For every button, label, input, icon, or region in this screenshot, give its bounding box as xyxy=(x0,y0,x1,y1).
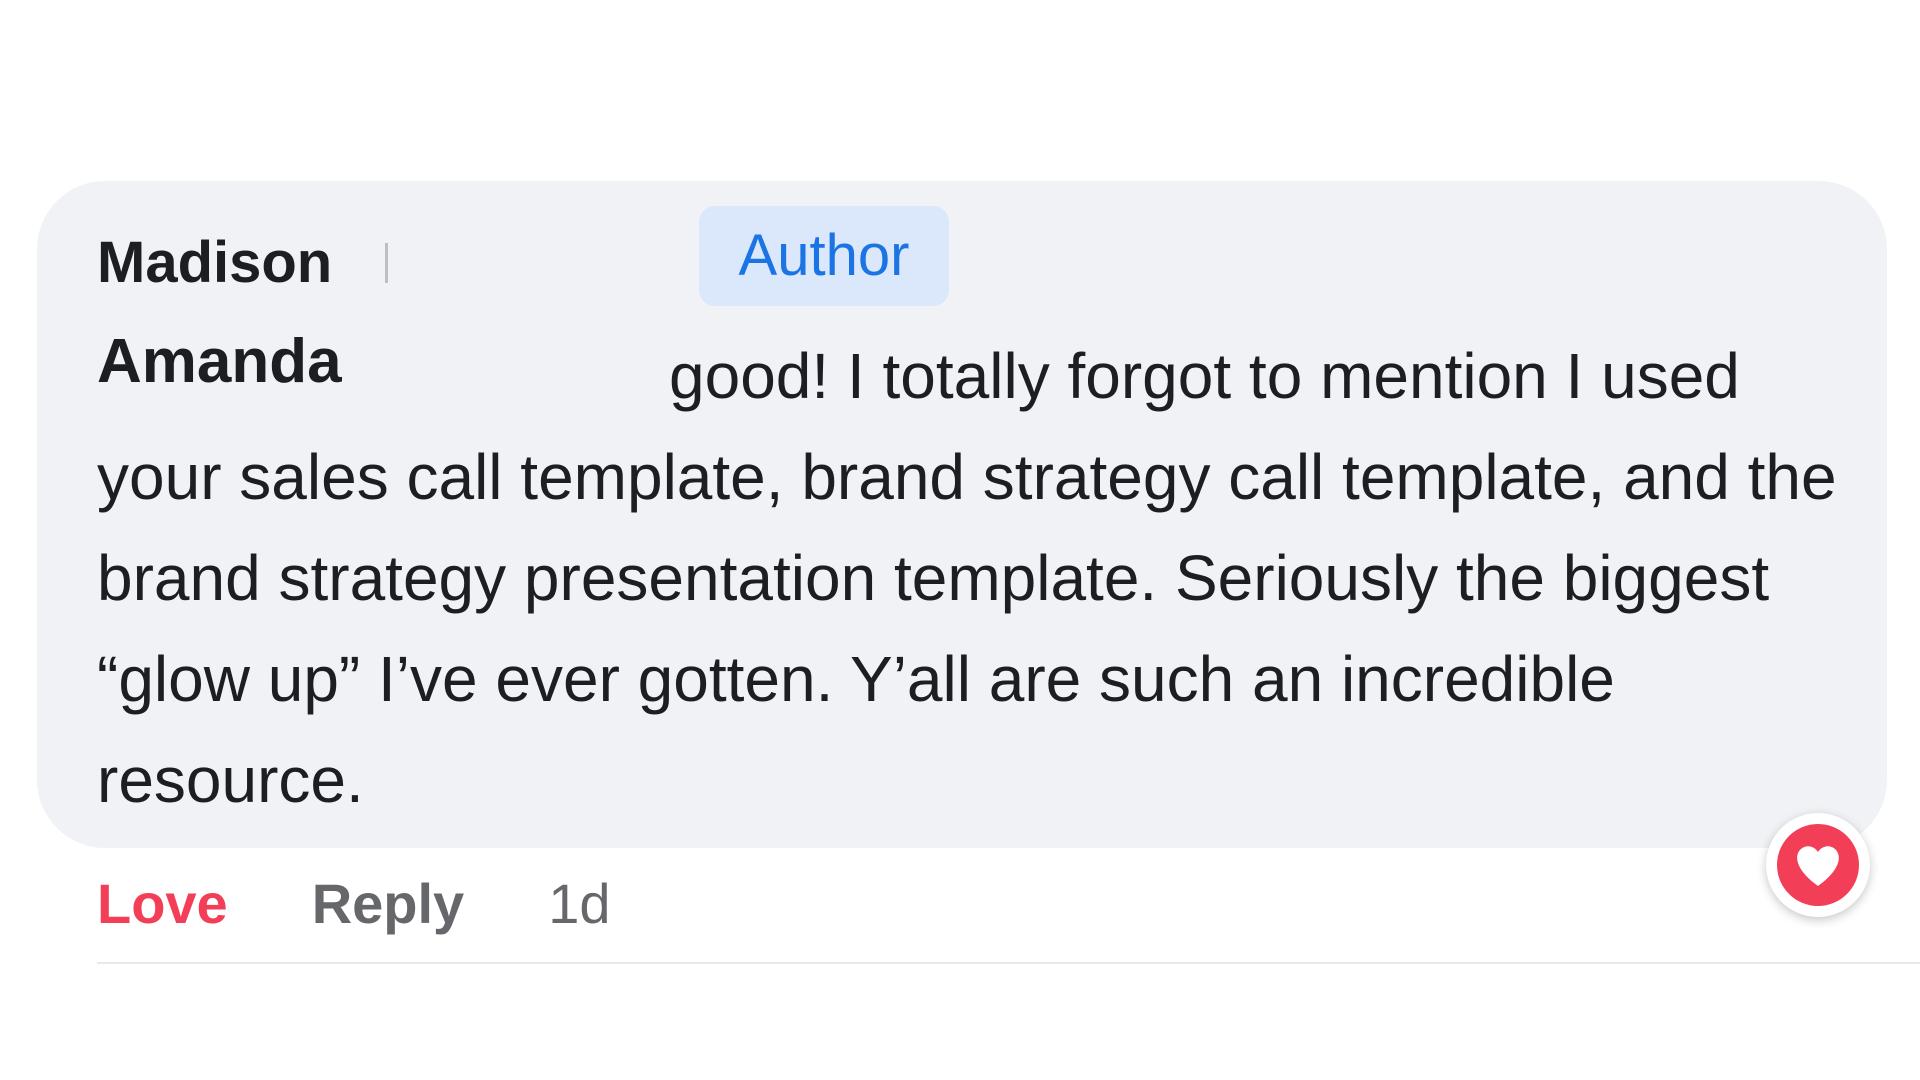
love-reaction-badge[interactable] xyxy=(1766,813,1870,917)
comment-body: good! I totally forgot to mention I used… xyxy=(97,340,1837,816)
author-badge: Author xyxy=(699,206,949,306)
name-divider xyxy=(385,243,388,283)
comment-page: Madison Author Amanda good! I totally fo… xyxy=(0,0,1920,1080)
comment-text: good! I totally forgot to mention I used… xyxy=(97,326,1847,831)
author-name-first[interactable]: Madison xyxy=(97,228,332,298)
bottom-divider xyxy=(97,962,1920,964)
reply-button[interactable]: Reply xyxy=(312,871,465,936)
love-reaction-circle xyxy=(1777,824,1859,906)
heart-icon xyxy=(1797,846,1839,886)
timestamp[interactable]: 1d xyxy=(548,871,610,936)
love-button[interactable]: Love xyxy=(97,871,228,936)
comment-actions: Love Reply 1d xyxy=(97,868,611,938)
